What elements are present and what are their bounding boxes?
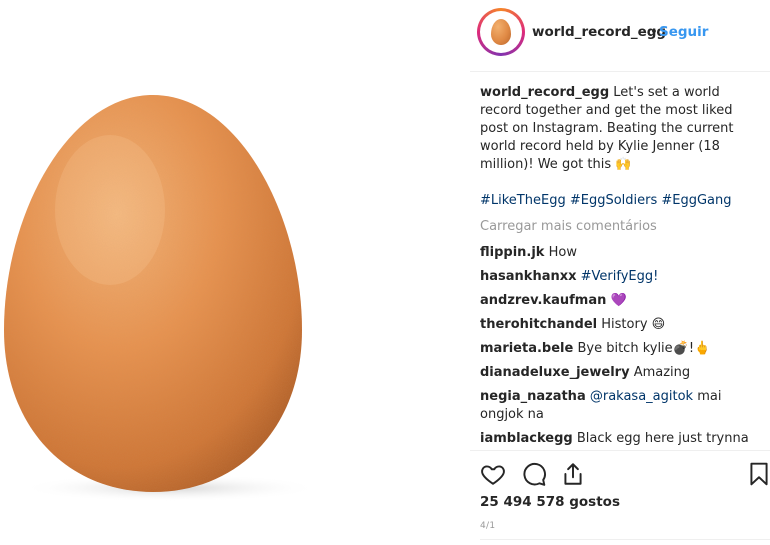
post-actions: 25 494 578 gostos 4/1 xyxy=(470,450,770,545)
bookmark-icon[interactable] xyxy=(746,461,770,487)
comment-username[interactable]: dianadeluxe_jewelry xyxy=(480,365,630,380)
follow-button[interactable]: Seguir xyxy=(659,24,708,40)
comment-hashtag-link[interactable]: #VerifyEgg! xyxy=(581,269,659,284)
post-timestamp: 4/1 xyxy=(480,521,496,531)
comment-text: Black egg here just trynna xyxy=(576,431,749,446)
load-more-comments-button[interactable]: Carregar mais comentários xyxy=(480,218,762,236)
post-header: world_record_egg • Seguir xyxy=(470,0,770,72)
comments-list: world_record_egg Let's set a world recor… xyxy=(480,84,762,454)
comment-username[interactable]: negia_nazatha xyxy=(480,389,586,404)
comment-username[interactable]: hasankhanxx xyxy=(480,269,577,284)
raised-hands-icon: 🙌 xyxy=(615,157,632,172)
heart-outline-icon[interactable] xyxy=(480,461,506,487)
post-image[interactable] xyxy=(0,0,470,545)
caption-hashtags[interactable]: #LikeTheEgg #EggSoldiers #EggGang xyxy=(480,192,762,210)
comment-username[interactable]: flippin.jk xyxy=(480,245,544,260)
comment-text: Amazing xyxy=(633,365,691,380)
header-username[interactable]: world_record_egg xyxy=(532,24,666,40)
comment-username[interactable]: andzrev.kaufman xyxy=(480,293,606,308)
purple-heart-icon: 💜 xyxy=(610,293,627,308)
divider xyxy=(480,539,770,540)
comment-item: negia_nazatha @rakasa_agitok mai ongjok … xyxy=(480,388,762,424)
comment-item: flippin.jk How xyxy=(480,244,762,262)
separator-dot: • xyxy=(650,24,658,40)
egg-image xyxy=(4,95,320,502)
comment-item: marieta.bele Bye bitch kylie💣!🖕 xyxy=(480,340,762,358)
caption: world_record_egg Let's set a world recor… xyxy=(480,84,756,174)
comment-text: Bye bitch kylie💣!🖕 xyxy=(577,341,711,356)
likes-count[interactable]: 25 494 578 gostos xyxy=(480,494,620,510)
egg-avatar-icon xyxy=(491,19,511,45)
comment-item: therohitchandel History 😄 xyxy=(480,316,762,334)
share-upload-icon[interactable] xyxy=(560,461,586,487)
comment-mention-link[interactable]: @rakasa_agitok xyxy=(590,389,693,404)
comment-username[interactable]: iamblackegg xyxy=(480,431,573,446)
comment-item: hasankhanxx #VerifyEgg! xyxy=(480,268,762,286)
comment-username[interactable]: marieta.bele xyxy=(480,341,573,356)
comment-item: andzrev.kaufman 💜 xyxy=(480,292,762,310)
comment-username[interactable]: therohitchandel xyxy=(480,317,597,332)
comment-item: iamblackegg Black egg here just trynna xyxy=(480,430,762,448)
comment-text: History 😄 xyxy=(601,317,666,332)
avatar[interactable] xyxy=(477,8,525,56)
comment-text: How xyxy=(548,245,577,260)
post-sidebar: world_record_egg • Seguir world_record_e… xyxy=(470,0,770,545)
caption-username[interactable]: world_record_egg xyxy=(480,85,609,100)
comment-item: dianadeluxe_jewelry Amazing xyxy=(480,364,762,382)
speech-bubble-icon[interactable] xyxy=(521,461,547,487)
